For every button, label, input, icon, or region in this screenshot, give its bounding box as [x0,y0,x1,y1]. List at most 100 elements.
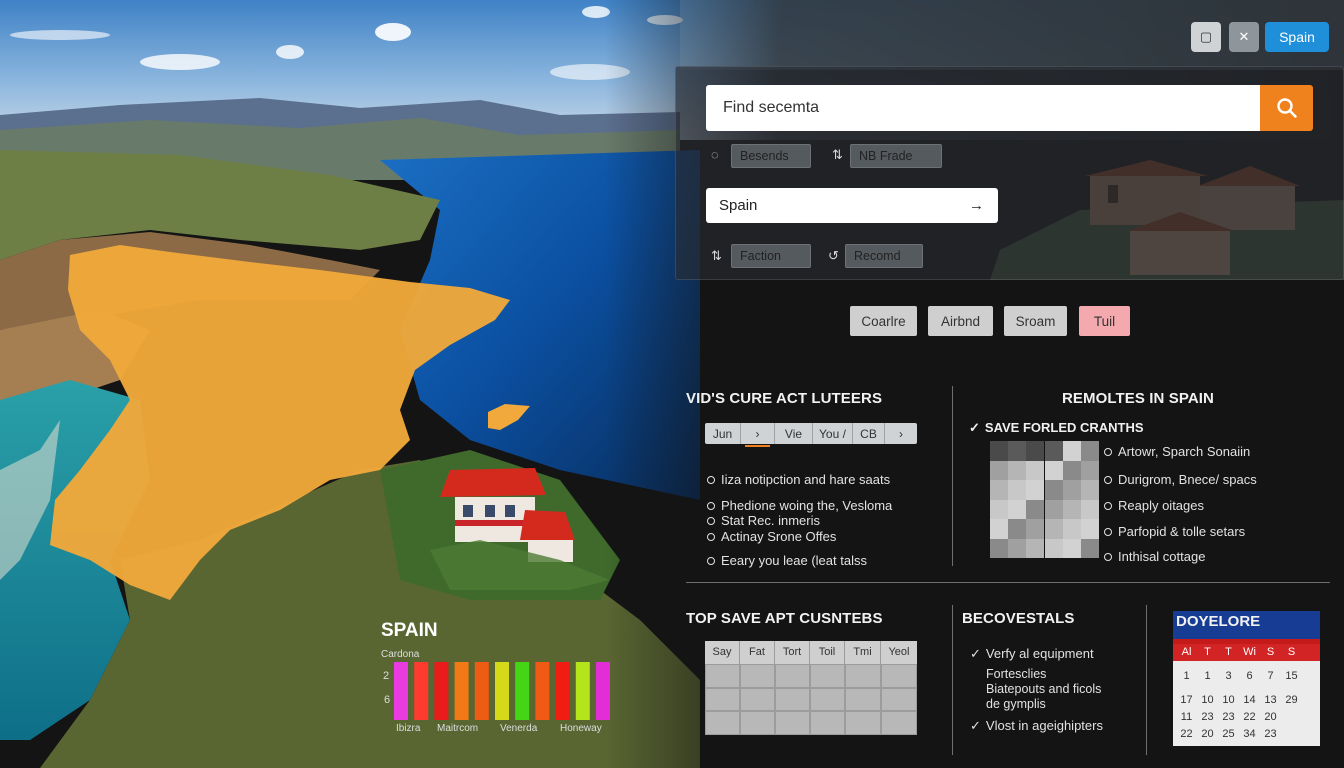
table-cell[interactable] [705,664,740,688]
calendar-day[interactable] [1281,711,1302,723]
calendar-day[interactable]: 1 [1197,670,1218,682]
chart-bar [596,662,610,720]
list-item: Actinay Srone Offes [707,529,836,544]
location-field[interactable]: Spain → [706,188,998,223]
photo-thumbnail [990,441,1099,558]
check-item: ✓ Vlost in ageighipters [970,718,1103,733]
table-header: Fat [740,641,775,664]
calendar-day[interactable]: 22 [1176,728,1197,740]
table-cell[interactable] [881,664,917,688]
table-cell[interactable] [845,687,881,712]
x-tick-label: Ibizra [396,723,421,734]
calendar-day[interactable] [1281,728,1302,740]
search-button[interactable] [1260,85,1313,131]
calendar-day[interactable]: 10 [1218,694,1239,706]
calendar-day[interactable]: 10 [1197,694,1218,706]
calendar-day[interactable]: 20 [1260,711,1281,723]
mosaic-tile [1026,460,1045,480]
check-icon: ✓ [970,718,981,733]
tab-more[interactable]: › [885,423,917,444]
sort-icon: ⇅ [711,248,722,263]
calendar-day[interactable]: 29 [1281,694,1302,706]
table-cell[interactable] [775,687,810,712]
list-item: Eeary you leae (leat talss [707,553,867,568]
mosaic-tile [1044,499,1063,519]
calendar-day[interactable]: 14 [1239,694,1260,706]
bullet-icon [1104,502,1112,510]
table-body [705,664,917,735]
chart-bar [495,662,509,720]
calendar-day[interactable]: 13 [1260,694,1281,706]
check-item-text: de gymplis [986,697,1046,711]
mosaic-tile [1008,480,1027,500]
bar-chart [394,662,610,720]
tab-bar: Jun › Vie You / CB › [705,423,917,447]
table-cell[interactable] [705,711,740,735]
table-cell[interactable] [705,687,740,712]
region-button[interactable]: Spain [1265,22,1329,52]
tab-jun[interactable]: Jun [705,423,741,444]
chip-icon: ◌ [711,147,719,162]
tag-button[interactable]: Sroam [1004,306,1067,336]
tag-button[interactable]: Airbnd [928,306,993,336]
window-square-button[interactable]: ▢ [1191,22,1221,52]
tab-cb[interactable]: CB [853,423,885,444]
mosaic-tile [1008,538,1027,558]
calendar-day[interactable]: 23 [1260,728,1281,740]
bullet-icon [1104,448,1112,456]
table-header: Yeol [888,646,910,658]
section-title: REMOLTES IN SPAIN [1062,390,1214,407]
table-cell[interactable] [845,711,881,735]
filter-chip[interactable]: Recomd [845,244,923,268]
list-item: Iiza notipction and hare saats [707,472,890,487]
window-close-button[interactable]: ✕ [1229,22,1259,52]
calendar-day[interactable]: 23 [1197,711,1218,723]
mosaic-tile [1044,538,1063,558]
calendar-day[interactable]: 25 [1218,728,1239,740]
bullet-icon [1104,528,1112,536]
calendar-day[interactable]: 6 [1239,670,1260,682]
tag-button[interactable]: Coarlre [850,306,917,336]
calendar-day[interactable]: 34 [1239,728,1260,740]
table-cell[interactable] [775,664,810,688]
weekday: Al [1181,646,1192,658]
chart-subtitle: Cardona [381,649,420,660]
calendar-day[interactable]: 3 [1218,670,1239,682]
tab-vie[interactable]: Vie [775,423,813,444]
table-cell[interactable] [845,664,881,688]
table-cell[interactable] [775,711,810,735]
table-cell[interactable] [810,687,845,712]
calendar-day[interactable]: 15 [1281,670,1302,682]
list-item: Stat Rec. inmeris [707,513,820,528]
calendar-day[interactable]: 11 [1176,711,1197,723]
list-item: Reaply oitages [1104,498,1204,513]
calendar-weekdays: Al T T Wi S S [1173,644,1320,661]
table-cell[interactable] [881,687,917,712]
table-cell[interactable] [740,664,775,688]
calendar-day[interactable]: 23 [1218,711,1239,723]
chart-bar [515,662,530,720]
calendar-day[interactable]: 7 [1260,670,1281,682]
mosaic-tile [1080,538,1099,558]
calendar-day[interactable]: 20 [1197,728,1218,740]
calendar-widget[interactable]: DOYELORE Al T T Wi S S 1 1 3 6 7 15 17 10 10 14 1… [1173,611,1320,746]
calendar-day[interactable]: 17 [1176,694,1197,706]
table-cell[interactable] [740,711,775,735]
table-cell[interactable] [881,711,917,735]
table-cell[interactable] [810,664,845,688]
calendar-day[interactable]: 22 [1239,711,1260,723]
tag-button[interactable]: Tuil [1079,306,1130,336]
table-cell[interactable] [810,711,845,735]
mosaic-tile [990,499,1009,519]
chevron-right-icon: › [899,426,903,441]
search-input[interactable] [706,85,1260,131]
table-cell[interactable] [740,687,775,712]
filter-chip[interactable]: NB Frade [850,144,942,168]
tab-next[interactable]: › [741,423,775,447]
filter-chip[interactable]: Besends [731,144,811,168]
filter-chip[interactable]: Faction [731,244,811,268]
divider [952,605,953,755]
calendar-day[interactable]: 1 [1176,670,1197,682]
y-tick-label: 6 [384,694,391,706]
tab-you[interactable]: You / [813,423,853,444]
